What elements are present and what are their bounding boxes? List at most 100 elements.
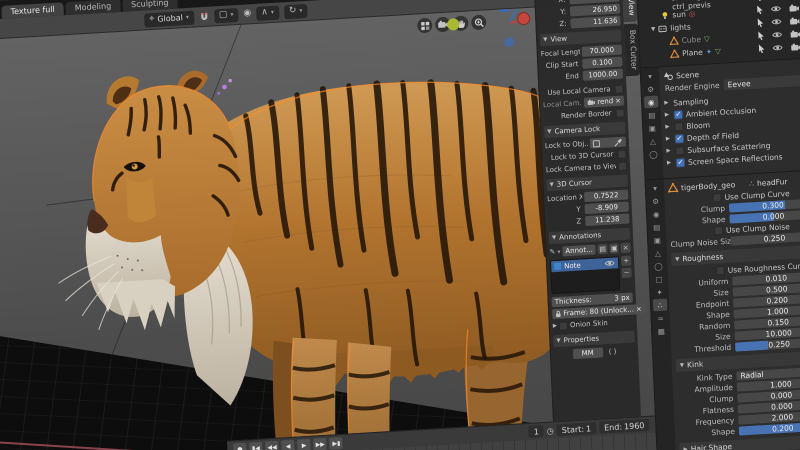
layer-color-swatch[interactable]: [554, 262, 562, 271]
screen-space-reflections-checkbox[interactable]: ✓: [675, 157, 686, 168]
falloff-dropdown[interactable]: ∧ ▾: [256, 5, 280, 21]
tab-modifiers-icon[interactable]: ✦: [652, 285, 667, 298]
editor-type-icon[interactable]: ▾: [643, 69, 658, 82]
collapsed-icon[interactable]: ▶: [666, 136, 672, 142]
eye-icon[interactable]: [604, 259, 615, 267]
tab-render-icon[interactable]: ◉: [649, 207, 664, 220]
pointer-icon[interactable]: [756, 0, 763, 1]
render-border-checkbox[interactable]: [615, 107, 625, 118]
endpoint-value: 0.200: [766, 295, 789, 306]
snap-target-dropdown[interactable]: ▢ ▾: [213, 7, 239, 23]
collapsed-icon[interactable]: ▶: [553, 323, 557, 329]
play-button[interactable]: ▶: [297, 438, 311, 450]
transform-orientation-dropdown[interactable]: ⌖ Global ▾: [143, 10, 195, 28]
onion-skin-checkbox[interactable]: [558, 320, 569, 331]
clip-end-field[interactable]: 1000.00: [582, 68, 624, 81]
collapsed-icon[interactable]: ▶: [664, 100, 670, 106]
tab-render-icon[interactable]: ◉: [643, 95, 659, 109]
eye-icon[interactable]: [771, 31, 782, 39]
subsurface-scattering-checkbox[interactable]: [675, 145, 685, 156]
use-clump-noise-checkbox[interactable]: [713, 226, 724, 236]
eyedropper-icon[interactable]: [614, 137, 623, 147]
lock-to-object-field[interactable]: [589, 136, 627, 149]
close-icon[interactable]: ×: [615, 97, 621, 105]
tab-object-icon[interactable]: □: [652, 272, 667, 285]
annotation-layer-list[interactable]: Note: [549, 256, 621, 295]
bloom-checkbox[interactable]: [674, 121, 684, 132]
depth-of-field-checkbox[interactable]: ✓: [674, 133, 685, 144]
add-layer-button[interactable]: +: [620, 255, 632, 267]
editor-type-icon[interactable]: ▾: [648, 181, 663, 194]
expanded-icon[interactable]: ▼: [651, 26, 655, 32]
eye-icon[interactable]: [772, 44, 783, 52]
collapsed-icon[interactable]: ▶: [665, 124, 671, 130]
unlink-annotation-button[interactable]: ×: [620, 242, 631, 254]
lock-camera-to-view-checkbox[interactable]: [617, 160, 628, 171]
tab-world-icon[interactable]: ◯: [651, 259, 666, 272]
tab-scene-icon[interactable]: △: [651, 246, 666, 259]
pointer-icon[interactable]: [756, 5, 763, 14]
tab-view-layer-icon[interactable]: ▣: [650, 233, 665, 246]
gizmo-minus-z-ball[interactable]: [503, 36, 515, 48]
outliner-item-label: lights: [670, 22, 691, 33]
record-button[interactable]: ●: [233, 442, 247, 450]
pencil-icon[interactable]: ✎: [549, 248, 555, 256]
collapsed-icon[interactable]: ▶: [665, 112, 671, 118]
use-roughness-curve-checkbox[interactable]: [715, 266, 725, 276]
gizmo-y-ball[interactable]: [447, 17, 460, 31]
pointer-icon[interactable]: [757, 18, 764, 27]
render-preview-button[interactable]: [416, 17, 433, 34]
gyro-dropdown[interactable]: ↻ ▾: [283, 3, 308, 19]
play-reverse-button[interactable]: ◀: [281, 439, 295, 450]
collapsed-icon[interactable]: ▶: [666, 148, 672, 154]
pointer-icon[interactable]: [758, 44, 765, 53]
current-frame-field[interactable]: 1: [528, 425, 545, 438]
jump-end-button[interactable]: ▶▮: [329, 436, 344, 450]
eye-icon[interactable]: [771, 18, 782, 26]
tab-particles-icon[interactable]: ∴: [652, 298, 668, 312]
use-clump-curve-checkbox[interactable]: [712, 193, 722, 203]
eye-icon[interactable]: [770, 5, 781, 13]
camera-icon[interactable]: [789, 29, 800, 38]
cursor-z-field[interactable]: 11.238: [585, 213, 630, 227]
kink-shape-value: 0.200: [771, 423, 794, 434]
frame-end-field[interactable]: End: 1960: [598, 418, 650, 434]
navigation-gizmo[interactable]: Z: [446, 1, 533, 64]
annotation-name-field[interactable]: Annot...: [562, 244, 597, 257]
tab-tool-icon[interactable]: ⚙: [643, 82, 658, 95]
collapsed-icon[interactable]: ▶: [667, 160, 673, 166]
prev-keyframe-button[interactable]: ◀◀: [265, 440, 279, 450]
gizmo-x-ball[interactable]: [516, 11, 531, 26]
new-annotation-button[interactable]: ▤: [597, 243, 608, 255]
proportional-editing-icon[interactable]: ◉: [243, 8, 251, 18]
snap-magnet-icon[interactable]: [199, 11, 209, 22]
annotation-layer-row[interactable]: Note: [550, 257, 619, 273]
tab-physics-icon[interactable]: ≈: [653, 311, 668, 324]
paren-button[interactable]: ( ): [609, 348, 617, 356]
remove-layer-button[interactable]: −: [621, 267, 632, 279]
tab-world-icon[interactable]: ◯: [646, 147, 661, 160]
tab-view[interactable]: View: [622, 0, 638, 23]
duplicate-annotation-button[interactable]: ▣: [609, 243, 620, 254]
jump-start-button[interactable]: ▮◀: [249, 441, 263, 450]
ambient-occlusion-checkbox[interactable]: ✓: [673, 109, 684, 120]
lock-to-3d-cursor-checkbox[interactable]: [617, 148, 627, 159]
next-keyframe-button[interactable]: ▶▶: [313, 437, 328, 450]
mm-button[interactable]: MM: [572, 347, 603, 360]
dim-z-field[interactable]: 11.636: [570, 15, 621, 29]
tab-tool-icon[interactable]: ⚙: [648, 194, 663, 207]
tab-output-icon[interactable]: ▤: [645, 108, 660, 121]
chevron-down-icon: ▾: [557, 248, 561, 256]
camera-icon[interactable]: [788, 3, 799, 12]
close-icon[interactable]: ×: [636, 305, 642, 313]
tab-texture-icon[interactable]: ▦: [654, 324, 669, 337]
camera-icon[interactable]: [789, 16, 800, 25]
orientation-label: Global: [157, 13, 184, 24]
use-local-camera-checkbox[interactable]: [614, 83, 624, 94]
pointer-icon[interactable]: [757, 31, 764, 40]
camera-icon[interactable]: [790, 42, 800, 51]
frame-start-field[interactable]: Start: 1: [556, 421, 597, 437]
tab-view-layer-icon[interactable]: ▣: [645, 121, 660, 134]
tab-output-icon[interactable]: ▤: [649, 220, 664, 233]
tab-scene-icon[interactable]: △: [646, 134, 661, 147]
